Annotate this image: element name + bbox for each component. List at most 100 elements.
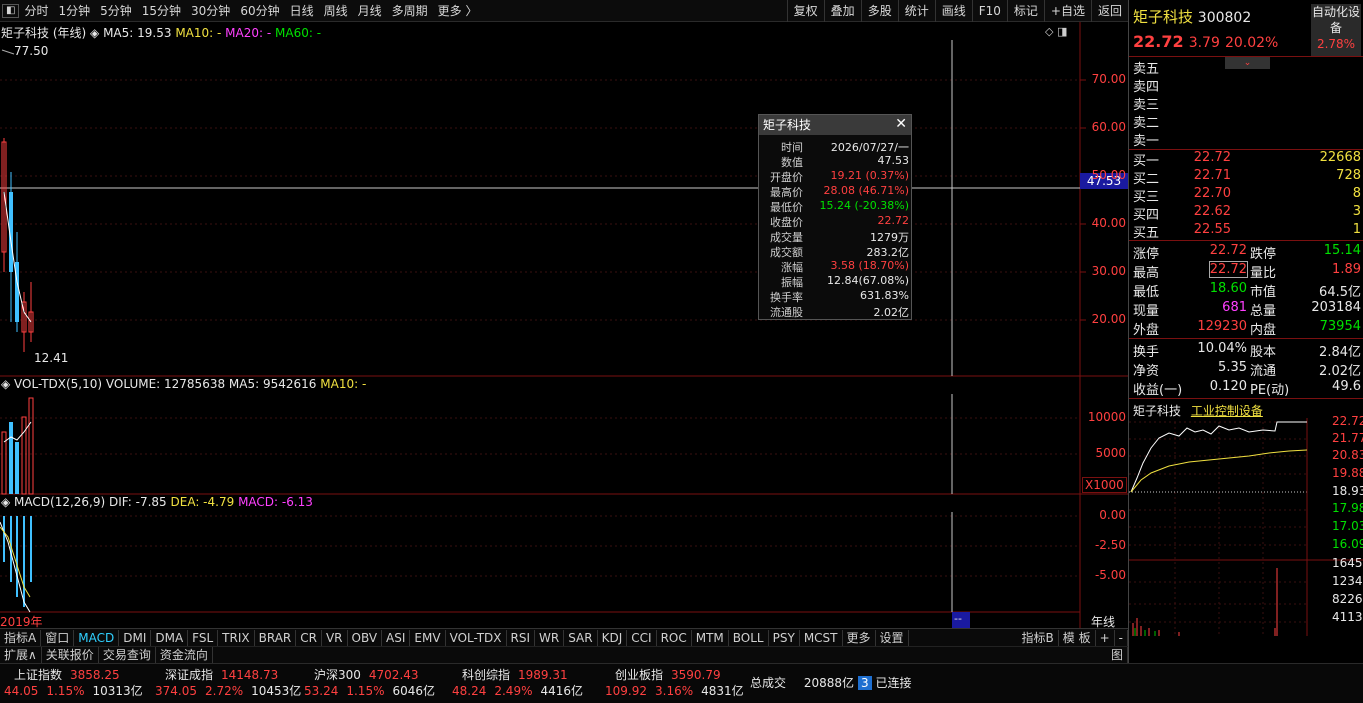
indicator-tab[interactable]: MTM [692,629,729,646]
indicator-tab[interactable]: BRAR [255,629,297,646]
sub-tab[interactable]: 扩展∧ [0,647,42,663]
stat-label: 外盘 [1133,323,1160,338]
indicator-tab-right[interactable]: 模 板 [1059,629,1096,646]
data-tooltip-window[interactable]: 矩子科技 ✕ 时间 2026/07/27/一 数值 47.53 开盘价 19.21 (0.… [758,114,912,320]
fin-row: 收益(一) 0.120 PE(动) 49.6 [1133,379,1361,398]
period-tab[interactable]: 60分钟 [235,0,284,22]
indicator-tab[interactable]: ASI [382,629,411,646]
mini-vol-tick: 4113 [1332,610,1363,624]
industry-link[interactable]: 工业控制设备 [1191,404,1263,418]
macd-macd: MACD: -6.13 [238,495,313,509]
main-y-tick: 40.00 [1091,216,1126,230]
indicator-tab[interactable]: RSI [507,629,536,646]
stat-label: 市值 [1250,285,1277,300]
bid-label: 买四 [1133,208,1160,223]
period-tab[interactable]: 周线 [319,0,353,22]
total-label: 总成交 [750,676,787,690]
chart-title: 矩子科技 (年线) [1,26,87,40]
settings-diamond-icon[interactable]: ◈ [90,26,103,40]
vol-ma10: MA10: - [320,377,367,391]
popup-row: 换手率 631.83% [759,289,913,304]
indicator-tab[interactable]: DMA [151,629,189,646]
toolbar-button[interactable]: 复权 [786,0,824,22]
indicator-tab[interactable]: 更多 [843,629,876,646]
last-price: 22.72 [1133,32,1184,51]
indicator-tab[interactable]: MACD [74,629,120,646]
chart-mode-icons[interactable]: ◇ ◨ [1045,25,1067,38]
sub-tab[interactable]: 关联报价 [42,647,99,663]
toolbar-button[interactable]: 返回 [1090,0,1128,22]
indicator-tab[interactable]: PSY [769,629,800,646]
indicator-tab[interactable]: VOL-TDX [446,629,507,646]
period-tab[interactable]: 30分钟 [186,0,235,22]
indicator-tab[interactable]: MCST [800,629,843,646]
macd-y-tick: -5.00 [1094,568,1126,582]
popup-row: 最高价 28.08 (46.71%) [759,184,913,199]
indicator-tab[interactable]: CR [296,629,322,646]
indicator-tab[interactable]: BOLL [729,629,769,646]
sector-badge[interactable]: 自动化设备 2.78% [1311,4,1361,56]
indicator-tabs: 指标A 窗口 MACD DMI DMA FSL TRIX BRAR CR VR OBV ASI EMV V… [0,628,1128,646]
toolbar-button[interactable]: 标记 [1006,0,1044,22]
indicator-tab[interactable]: SAR [564,629,598,646]
macd-indicator-header: ◈ MACD(12,26,9) DIF: -7.85 DEA: -4.79 MA… [1,495,313,509]
indicator-tab[interactable]: DMI [119,629,152,646]
indicator-tab[interactable]: WR [535,629,565,646]
period-tab[interactable]: 5分钟 [95,0,137,22]
toolbar-button[interactable]: 多股 [860,0,898,22]
settings-diamond-icon[interactable]: ◈ [1,377,14,391]
close-icon[interactable]: ✕ [895,115,907,133]
indicator-tab[interactable]: OBV [348,629,383,646]
indicator-tab-right[interactable]: 指标B [1018,629,1059,646]
index-change: 109.92 [605,684,647,698]
indicator-tab[interactable]: 设置 [876,629,909,646]
index-name-line[interactable]: 创业板指 3590.79 [615,666,721,683]
indicator-tab[interactable]: VR [322,629,348,646]
toolbar-button[interactable]: 统计 [897,0,935,22]
indicator-tab-right[interactable]: - [1115,629,1128,646]
connection-status[interactable]: 3 已连接 [858,674,911,691]
indicator-tab-right[interactable]: + [1096,629,1115,646]
index-name-line[interactable]: 深证成指 14148.73 [165,666,278,683]
period-tab[interactable]: 更多 〉 [433,0,483,22]
index-name-line[interactable]: 科创综指 1989.31 [462,666,568,683]
kline-chart-area[interactable]: 矩子科技 (年线) ◈ MA5: 19.53 MA10: - MA20: - M… [0,22,1128,634]
mini-vol-tick: 8226 [1332,592,1363,606]
period-tab[interactable]: 日线 [285,0,319,22]
settings-diamond-icon[interactable]: ◈ [1,495,14,509]
sector-name: 自动化设备 [1311,5,1360,35]
indicator-tab[interactable]: TRIX [218,629,255,646]
toolbar-button[interactable]: 叠加 [823,0,861,22]
period-tab[interactable]: 月线 [353,0,387,22]
subtab-right[interactable]: 图 [1107,647,1128,663]
index-name-line[interactable]: 上证指数 3858.25 [14,666,120,683]
bid-price: 22.62 [1193,204,1231,219]
connection-label: 已连接 [875,676,912,690]
popup-key: 收盘价 [770,216,803,229]
period-tab[interactable]: 多周期 [387,0,433,22]
intraday-mini-chart[interactable] [1129,418,1363,663]
indicator-tab[interactable]: 指标A [0,629,42,646]
period-tab[interactable]: 1分钟 [53,0,95,22]
sub-tab[interactable]: 交易查询 [99,647,156,663]
indicator-tab[interactable]: FSL [188,629,219,646]
index-name: 沪深300 [314,668,361,682]
toolbar-button[interactable]: 画线 [934,0,972,22]
sub-tabs: 扩展∧ 关联报价 交易查询 资金流向 图 [0,646,1128,663]
indicator-tab[interactable]: 窗口 [41,629,75,646]
period-tab[interactable]: 分时 [19,0,53,22]
indicator-tab[interactable]: CCI [627,629,657,646]
toolbar-button[interactable]: +自选 [1043,0,1091,22]
toolbar-button[interactable]: F10 [971,0,1007,22]
quote-panel: 矩子科技 300802 22.72 3.79 20.02% 自动化设备 2.78… [1128,0,1363,663]
indicator-tab[interactable]: EMV [410,629,446,646]
indicator-tab[interactable]: KDJ [598,629,628,646]
index-value: 4702.43 [368,668,419,682]
index-name-line[interactable]: 沪深300 4702.43 [314,666,419,683]
indicator-tab[interactable]: ROC [657,629,692,646]
ask-row: 卖四 [1133,76,1361,95]
stock-code: 300802 [1197,10,1252,26]
sub-tab[interactable]: 资金流向 [156,647,213,663]
period-tab[interactable]: 15分钟 [137,0,186,22]
toolbar-toggle-icon[interactable]: ◧ [2,3,20,18]
